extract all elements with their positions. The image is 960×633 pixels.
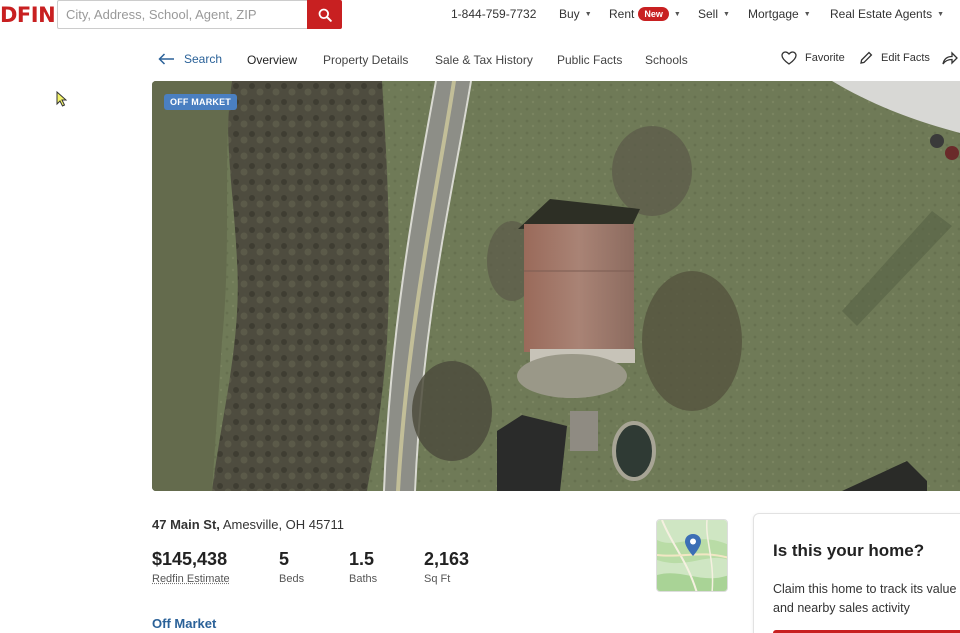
nav-real-estate-agents[interactable]: Real Estate Agents ▼ [830,7,944,21]
baths-label: Baths [349,573,378,585]
new-badge: New [638,7,669,21]
baths-stat: 1.5 Baths [349,549,377,585]
off-market-status[interactable]: Off Market [152,616,216,631]
claim-description: Claim this home to track its value and n… [773,582,957,615]
heart-icon [781,51,797,65]
search-box[interactable] [57,0,307,29]
favorite-button[interactable]: Favorite [781,51,845,65]
nav-rent-label: Rent [609,7,635,21]
chevron-down-icon: ▼ [803,11,811,18]
redfin-estimate-link[interactable]: Redfin Estimate [152,573,230,585]
sqft-stat: 2,163 Sq Ft [424,549,469,585]
pencil-icon [860,51,873,64]
tab-property-details[interactable]: Property Details [323,53,408,67]
address-city: Amesville, OH 45711 [222,517,344,532]
mini-map[interactable] [656,519,728,592]
beds-value: 5 [279,549,290,569]
address-street: 47 Main St, [152,517,220,532]
mouse-cursor-icon [56,91,67,107]
beds-label: Beds [279,573,305,585]
nav-rent[interactable]: Rent New ▼ [609,7,681,21]
tab-sale-tax-history[interactable]: Sale & Tax History [435,53,533,67]
chevron-down-icon: ▼ [937,11,945,18]
chevron-down-icon: ▼ [584,11,592,18]
map-thumbnail [657,520,727,591]
search-icon [318,8,332,22]
share-icon [942,51,958,65]
off-market-badge: OFF MARKET [164,94,237,110]
claim-home-card: Is this your home? Claim this home to tr… [753,513,960,633]
search-button[interactable] [307,0,342,29]
baths-value: 1.5 [349,549,375,569]
share-button[interactable] [942,51,960,65]
search-input[interactable] [58,1,307,28]
nav-mortgage[interactable]: Mortgage ▼ [748,7,811,21]
property-photo[interactable]: OFF MARKET [152,81,960,491]
tab-schools[interactable]: Schools [645,53,688,67]
back-search-label: Search [184,52,223,66]
back-to-search-link[interactable]: Search [158,52,222,66]
claim-title: Is this your home? [773,541,925,560]
beds-stat: 5 Beds [279,549,304,585]
sqft-value: 2,163 [424,549,470,569]
tab-overview[interactable]: Overview [247,53,297,67]
nav-sell[interactable]: Sell ▼ [698,7,730,21]
chevron-down-icon: ▼ [673,11,681,18]
edit-facts-label: Edit Facts [881,52,930,64]
arrow-left-icon [158,53,174,65]
favorite-label: Favorite [805,52,845,64]
nav-buy-label: Buy [559,7,580,21]
sqft-label: Sq Ft [424,573,451,585]
redfin-logo[interactable]: DFIN [0,3,56,27]
tab-public-facts[interactable]: Public Facts [557,53,622,67]
property-address: 47 Main St, Amesville, OH 45711 [152,517,344,532]
nav-buy[interactable]: Buy ▼ [559,7,592,21]
nav-agents-label: Real Estate Agents [830,7,933,21]
property-subnav: Search Overview Property Details Sale & … [0,46,960,74]
nav-sell-label: Sell [698,7,719,21]
phone-number[interactable]: 1-844-759-7732 [451,7,536,21]
price-value: $145,438 [152,549,228,569]
aerial-photo [152,81,960,491]
top-header: DFIN 1-844-759-7732 Buy▼ RentNew▼ Sell▼ … [0,0,960,30]
nav-mortgage-label: Mortgage [748,7,799,21]
chevron-down-icon: ▼ [723,11,730,18]
price-stat: $145,438 Redfin Estimate [152,549,230,585]
edit-facts-button[interactable]: Edit Facts [859,51,930,65]
